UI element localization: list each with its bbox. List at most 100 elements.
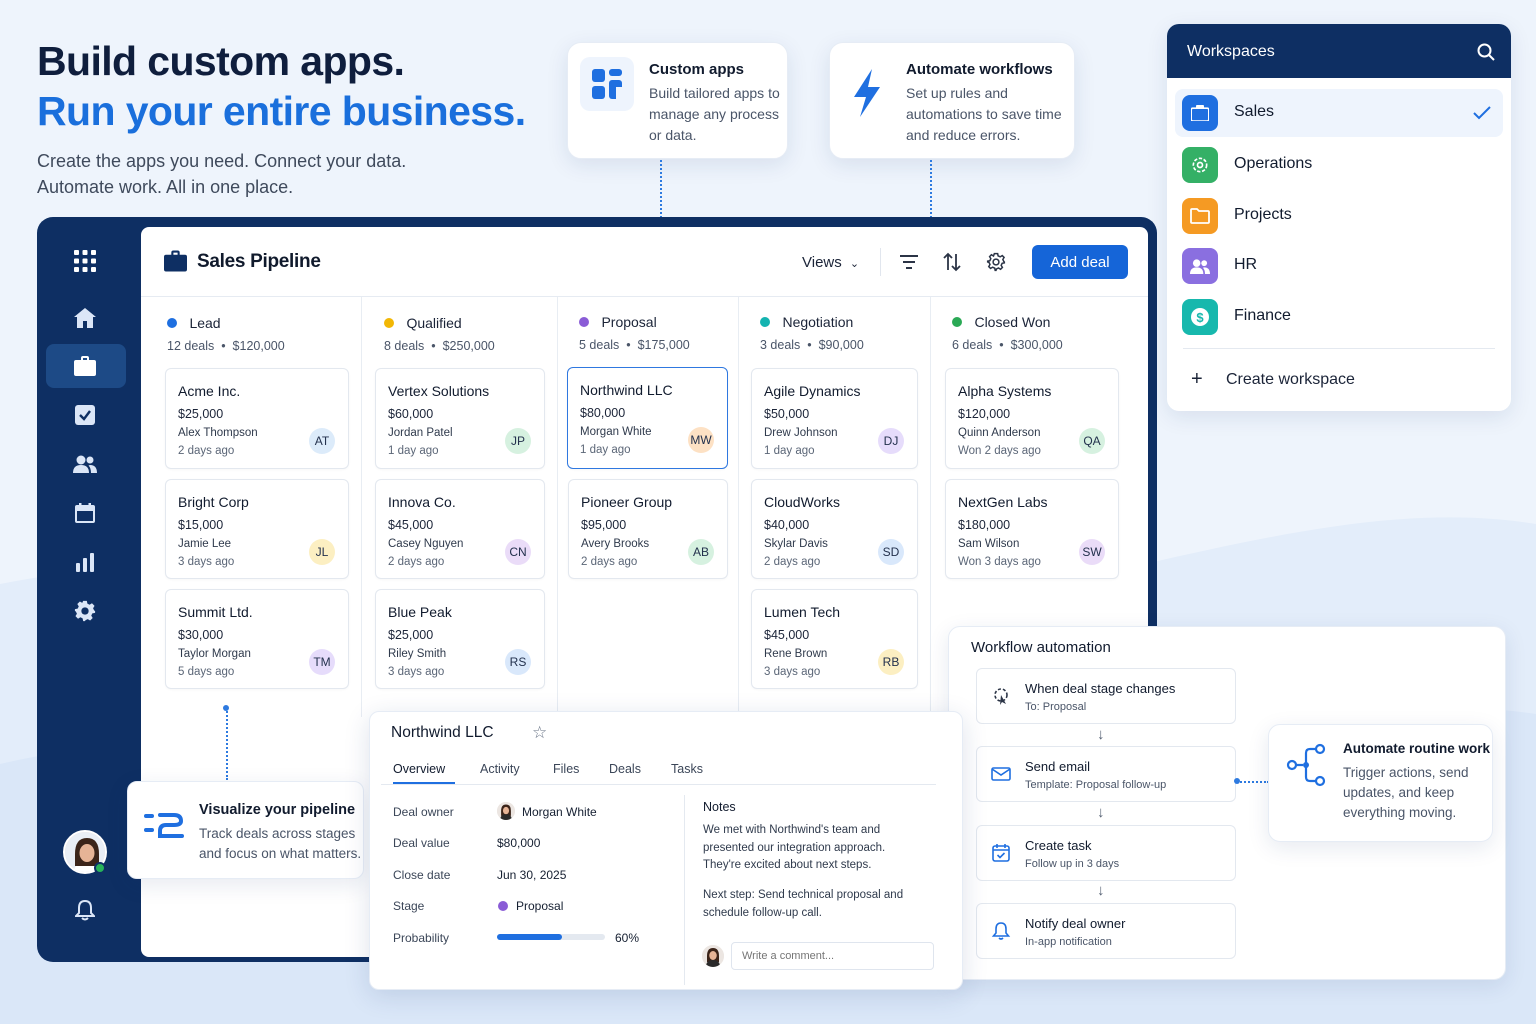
comment-input[interactable] (731, 942, 934, 970)
deal-value: $15,000 (178, 518, 224, 532)
deal-card[interactable]: CloudWorks $40,000 Skylar Davis 2 days a… (751, 479, 918, 579)
deal-card[interactable]: Lumen Tech $45,000 Rene Brown 3 days ago… (751, 589, 918, 689)
deal-card[interactable]: Blue Peak $25,000 Riley Smith 3 days ago… (375, 589, 545, 689)
workspace-item-sales[interactable]: Sales (1175, 89, 1503, 137)
apps-grid-icon[interactable] (66, 242, 104, 280)
connector-line (930, 160, 932, 218)
connector-line (1237, 781, 1269, 783)
deal-card[interactable]: Bright Corp $15,000 Jamie Lee 3 days ago… (165, 479, 349, 579)
deal-total: $90,000 (818, 338, 864, 352)
step-title: Send email (1025, 759, 1091, 774)
tab-activity[interactable]: Activity (480, 762, 520, 776)
deal-time: 1 day ago (388, 445, 439, 457)
stage-dot (384, 318, 394, 328)
deal-total: $250,000 (442, 339, 495, 353)
star-icon[interactable]: ☆ (532, 723, 547, 743)
probability-value: 60% (615, 931, 640, 945)
tab-files[interactable]: Files (553, 762, 579, 776)
connector-dot (223, 705, 229, 711)
mail-icon (991, 767, 1011, 781)
calendar-icon[interactable] (66, 494, 104, 532)
deal-company: Innova Co. (388, 494, 456, 510)
field-label: Probability (393, 931, 450, 945)
tab-overview[interactable]: Overview (393, 762, 445, 776)
deal-card-selected[interactable]: Northwind LLC $80,000 Morgan White 1 day… (567, 367, 728, 469)
deal-count: 12 deals (167, 339, 215, 353)
add-deal-button[interactable]: Add deal (1032, 245, 1128, 279)
workspace-item-projects[interactable]: Projects (1175, 192, 1503, 240)
visualize-callout: Visualize your pipeline Track deals acro… (127, 781, 364, 879)
deal-time: 1 day ago (580, 444, 631, 456)
workspace-label: Finance (1234, 307, 1291, 324)
field-label: Deal owner (393, 805, 454, 819)
deal-company: NextGen Labs (958, 494, 1048, 510)
workflow-step-trigger[interactable]: When deal stage changes To: Proposal (976, 668, 1236, 724)
plus-icon: + (1191, 368, 1203, 390)
step-subtitle: Template: Proposal follow-up (1025, 779, 1167, 791)
step-subtitle: Follow up in 3 days (1025, 858, 1120, 870)
deal-time: 2 days ago (388, 556, 445, 568)
column-header-qualified[interactable]: Qualified (384, 315, 462, 333)
workflow-step-notify[interactable]: Notify deal owner In-app notification (976, 903, 1236, 959)
sort-icon[interactable] (942, 252, 962, 272)
column-meta: 6 deals • $300,000 (952, 338, 1063, 352)
deal-time: Won 3 days ago (958, 556, 1041, 568)
checkbox-icon[interactable] (66, 396, 104, 434)
search-icon[interactable] (1477, 43, 1495, 61)
check-icon (1473, 106, 1491, 120)
field-label: Stage (393, 899, 425, 913)
deal-card[interactable]: Vertex Solutions $60,000 Jordan Patel 1 … (375, 368, 545, 469)
avatar: JP (505, 428, 531, 454)
tabs-border (381, 784, 936, 785)
settings-icon[interactable] (986, 252, 1006, 272)
filter-icon[interactable] (900, 254, 918, 270)
deal-company: Agile Dynamics (764, 383, 861, 399)
tab-tasks[interactable]: Tasks (671, 762, 703, 776)
deal-owner: Casey Nguyen (388, 538, 464, 550)
deal-count: 5 deals (579, 338, 620, 352)
avatar: SW (1079, 539, 1105, 565)
tab-deals[interactable]: Deals (609, 762, 641, 776)
deal-total: $300,000 (1010, 338, 1063, 352)
workspace-item-operations[interactable]: Operations (1175, 141, 1503, 189)
lightning-icon (854, 69, 880, 117)
gear-icon[interactable] (66, 592, 104, 630)
create-workspace-button[interactable]: Create workspace (1226, 371, 1355, 389)
bar-chart-icon[interactable] (66, 543, 104, 581)
deal-card[interactable]: NextGen Labs $180,000 Sam Wilson Won 3 d… (945, 479, 1119, 579)
home-icon[interactable] (66, 299, 104, 337)
views-label: Views (802, 254, 842, 271)
stage-value: Proposal (516, 899, 564, 913)
workflow-step-task[interactable]: Create task Follow up in 3 days (976, 825, 1236, 881)
deal-owner: Morgan White (580, 426, 652, 438)
briefcase-icon[interactable] (66, 347, 104, 385)
briefcase-icon (1182, 95, 1218, 131)
deal-value: $120,000 (958, 407, 1011, 421)
routine-callout: Automate routine work Trigger actions, s… (1268, 724, 1493, 842)
page-title: Sales Pipeline (197, 251, 321, 272)
workflow-step-email[interactable]: Send email Template: Proposal follow-up (976, 746, 1236, 802)
deal-card[interactable]: Summit Ltd. $30,000 Taylor Morgan 5 days… (165, 589, 349, 689)
bell-icon[interactable] (66, 891, 104, 929)
notes-next-step: Next step: Send technical proposal and s… (703, 889, 904, 919)
column-header-negotiation[interactable]: Negotiation (760, 314, 853, 332)
header-divider (880, 248, 881, 276)
views-dropdown[interactable]: Views ⌄ (802, 254, 859, 271)
workspaces-header: Workspaces (1167, 24, 1511, 78)
arrow-down-icon: ↓ (1097, 882, 1105, 899)
deal-card[interactable]: Alpha Systems $120,000 Quinn Anderson Wo… (945, 368, 1119, 469)
workspace-item-finance[interactable]: $ Finance (1175, 293, 1503, 341)
deal-card[interactable]: Pioneer Group $95,000 Avery Brooks 2 day… (568, 479, 728, 579)
deal-card[interactable]: Innova Co. $45,000 Casey Nguyen 2 days a… (375, 479, 545, 579)
avatar: SD (878, 539, 904, 565)
column-header-proposal[interactable]: Proposal (579, 314, 657, 332)
deal-total: $175,000 (637, 338, 690, 352)
deal-time: 3 days ago (764, 666, 821, 678)
users-icon[interactable] (66, 445, 104, 483)
deal-card[interactable]: Acme Inc. $25,000 Alex Thompson 2 days a… (165, 368, 349, 469)
workflow-title: Workflow automation (971, 639, 1111, 656)
column-header-closed-won[interactable]: Closed Won (952, 314, 1050, 332)
workspace-item-hr[interactable]: HR (1175, 242, 1503, 290)
deal-card[interactable]: Agile Dynamics $50,000 Drew Johnson 1 da… (751, 368, 918, 469)
column-header-lead[interactable]: Lead (167, 315, 221, 333)
